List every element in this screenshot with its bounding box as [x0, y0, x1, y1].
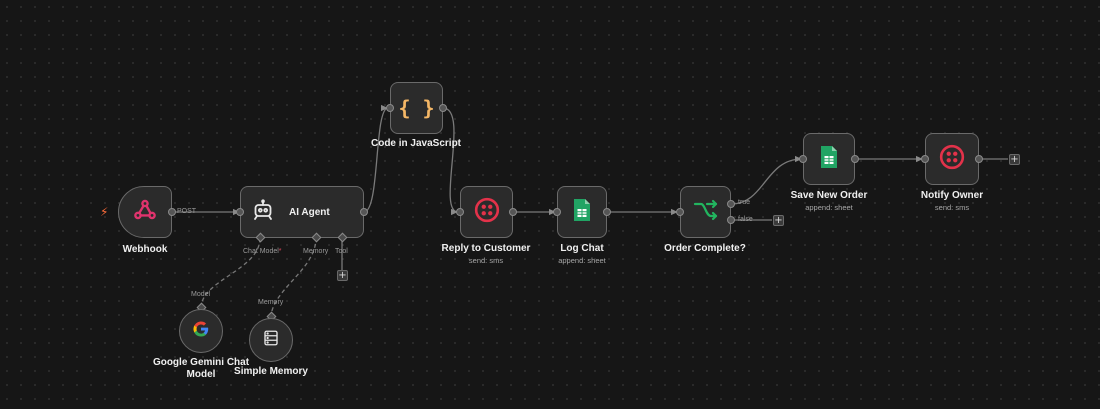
tool-port-label: Tool: [335, 248, 348, 255]
chat-model-port-label: Chat Model*: [243, 248, 282, 255]
simple-memory-label: Simple Memory: [234, 366, 308, 377]
webhook-node[interactable]: [118, 186, 172, 238]
notify-owner-node[interactable]: [925, 133, 979, 185]
google-g-icon: [192, 320, 210, 343]
log-chat-sublabel: append: sheet: [558, 256, 606, 265]
robot-icon: [251, 198, 275, 227]
notify-owner-input-port[interactable]: [921, 155, 929, 163]
log-chat-label: Log Chat: [560, 243, 604, 254]
save-order-sublabel: append: sheet: [805, 203, 853, 212]
ai-agent-title: AI Agent: [289, 206, 330, 218]
webhook-output-port[interactable]: [168, 208, 176, 216]
webhook-icon: [132, 197, 158, 228]
database-icon: [262, 329, 280, 352]
false-branch-label: false: [738, 216, 753, 223]
order-complete-false-port[interactable]: [727, 216, 735, 224]
code-js-node[interactable]: { }: [390, 82, 443, 134]
twilio-icon: [474, 197, 500, 228]
ai-agent-output-port[interactable]: [360, 208, 368, 216]
code-js-label: Code in JavaScript: [370, 138, 462, 149]
google-sheets-icon: [572, 198, 592, 227]
reply-customer-output-port[interactable]: [509, 208, 517, 216]
gemini-port-label: Model: [191, 291, 211, 298]
order-complete-true-port[interactable]: [727, 200, 735, 208]
trigger-lightning-icon: ⚡: [100, 205, 109, 219]
log-chat-output-port[interactable]: [603, 208, 611, 216]
log-chat-node[interactable]: [557, 186, 607, 238]
code-braces-icon: { }: [398, 96, 435, 120]
notify-owner-label: Notify Owner: [920, 190, 984, 201]
webhook-label: Webhook: [122, 244, 168, 255]
code-js-output-port[interactable]: [439, 104, 447, 112]
save-order-label: Save New Order: [790, 190, 868, 201]
ai-agent-input-port[interactable]: [236, 208, 244, 216]
webhook-output-label: POST: [177, 208, 197, 215]
branch-icon: [693, 198, 719, 227]
notify-owner-sublabel: send: sms: [934, 203, 970, 212]
workflow-canvas[interactable]: ⚡ POST Webhook AI Agent Chat Model* Memo…: [0, 0, 1100, 409]
log-chat-input-port[interactable]: [553, 208, 561, 216]
order-complete-label: Order Complete?: [664, 243, 746, 254]
connection-code-reply: [442, 107, 459, 216]
add-after-notify-button[interactable]: +: [1009, 154, 1020, 165]
reply-customer-input-port[interactable]: [456, 208, 464, 216]
order-complete-node[interactable]: [680, 186, 731, 238]
reply-customer-node[interactable]: [460, 186, 513, 238]
save-order-input-port[interactable]: [799, 155, 807, 163]
true-branch-label: true: [738, 199, 751, 206]
save-order-node[interactable]: [803, 133, 855, 185]
google-sheets-icon: [819, 145, 839, 174]
memory-port-label: Memory: [303, 248, 329, 255]
add-tool-button[interactable]: +: [337, 270, 348, 281]
connection-agent-code: [363, 104, 389, 213]
notify-owner-output-port[interactable]: [975, 155, 983, 163]
save-order-output-port[interactable]: [851, 155, 859, 163]
reply-customer-sublabel: send: sms: [468, 256, 504, 265]
add-false-branch-button[interactable]: +: [773, 215, 784, 226]
code-js-input-port[interactable]: [386, 104, 394, 112]
twilio-icon: [939, 144, 965, 175]
reply-customer-label: Reply to Customer: [441, 243, 531, 254]
memory-node-port-label: Memory: [258, 299, 284, 306]
ai-agent-node[interactable]: AI Agent: [240, 186, 364, 238]
gemini-node[interactable]: [179, 309, 223, 353]
simple-memory-node[interactable]: [249, 318, 293, 362]
order-complete-input-port[interactable]: [676, 208, 684, 216]
